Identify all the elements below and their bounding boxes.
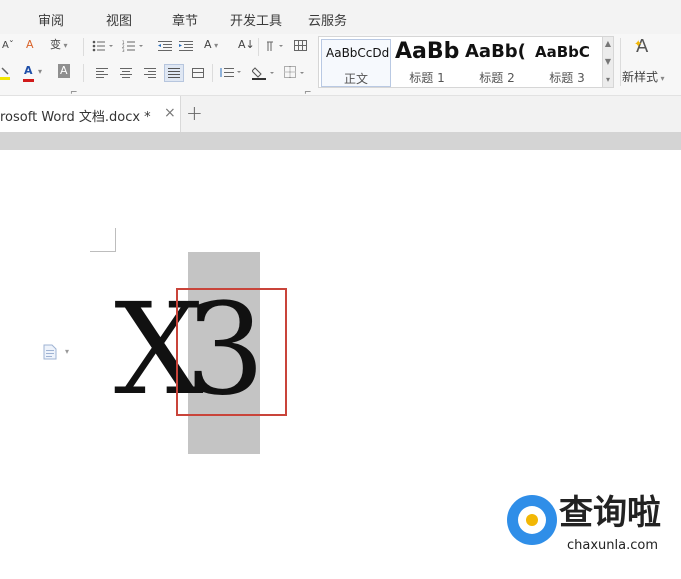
bullet-list-icon[interactable] xyxy=(92,40,116,52)
style-name-normal: 正文 xyxy=(343,72,368,86)
watermark-title: 查询啦 xyxy=(559,493,661,533)
paragraph-layout-caret[interactable]: ▾ xyxy=(65,347,69,356)
watermark-logo-dot xyxy=(526,514,538,526)
scroll-up-icon[interactable]: ▲ xyxy=(603,39,613,49)
close-tab-icon[interactable]: × xyxy=(164,105,176,121)
justify-button[interactable] xyxy=(164,64,184,82)
line-spacing-icon[interactable] xyxy=(220,68,244,78)
change-case-button[interactable]: A ▾ xyxy=(204,38,218,53)
font-color-swatch xyxy=(23,79,34,82)
align-justify-icon xyxy=(168,68,180,78)
table-grid-icon[interactable] xyxy=(294,40,308,52)
style-sample-heading-1: AaBb xyxy=(395,39,460,64)
page-margin-corner xyxy=(90,228,116,252)
new-style-label: 新样式 ▾ xyxy=(622,70,665,84)
increase-indent-icon[interactable] xyxy=(179,40,193,52)
new-tab-button[interactable]: + xyxy=(186,101,203,125)
paragraph-layout-icon[interactable] xyxy=(43,344,57,360)
align-right-icon[interactable] xyxy=(144,68,156,78)
highlight-pen-icon[interactable] xyxy=(0,66,10,80)
style-name-heading-2: 标题 2 xyxy=(479,71,515,85)
numbered-list-icon[interactable]: 1 2 3 xyxy=(122,40,146,52)
align-center-icon[interactable] xyxy=(120,68,132,78)
shrink-font-button[interactable]: Aˇ xyxy=(2,39,14,53)
menu-tab-review[interactable]: 审阅 xyxy=(38,10,64,29)
style-name-heading-3: 标题 3 xyxy=(549,71,585,85)
document-tab[interactable]: rosoft Word 文档.docx * × xyxy=(0,96,181,132)
menu-bar: 审阅 视图 章节 开发工具 云服务 xyxy=(0,0,681,34)
scroll-down-icon[interactable]: ▼ xyxy=(603,57,613,67)
style-name-heading-1: 标题 1 xyxy=(409,71,445,85)
gallery-expand-icon[interactable]: ▾ xyxy=(603,75,613,85)
phonetic-guide-button[interactable]: 变 ▾ xyxy=(50,38,68,53)
sparkle-icon: ✦ xyxy=(634,39,643,50)
paragraph-shading-icon[interactable] xyxy=(252,66,278,80)
borders-icon[interactable] xyxy=(284,66,308,80)
annotation-box xyxy=(176,288,287,416)
menu-tab-developer-tools[interactable]: 开发工具 xyxy=(230,10,282,29)
menu-tab-view[interactable]: 视图 xyxy=(106,10,132,29)
document-tab-bar: rosoft Word 文档.docx * × + xyxy=(0,96,681,132)
styles-gallery: AaBbCcDd 正文 AaBb 标题 1 AaBb( 标题 2 AaBbC 标… xyxy=(318,36,606,88)
style-normal[interactable]: AaBbCcDd 正文 xyxy=(321,39,391,87)
styles-gallery-scroll[interactable]: ▲ ▼ ▾ xyxy=(602,36,614,88)
svg-text:3: 3 xyxy=(122,48,125,52)
style-sample-heading-2: AaBb( xyxy=(465,41,526,62)
new-style-button[interactable]: A ✦ 新样式 ▾ xyxy=(622,36,674,90)
style-sample-heading-3: AaBbC xyxy=(535,43,590,61)
menu-tab-cloud-service[interactable]: 云服务 xyxy=(308,10,347,29)
style-heading-2[interactable]: AaBb( 标题 2 xyxy=(463,39,531,87)
font-color-button[interactable]: A xyxy=(24,64,33,78)
distributed-align-icon[interactable] xyxy=(192,68,204,78)
char-shading-button[interactable]: A xyxy=(58,64,70,78)
font-color-dropdown[interactable]: ▾ xyxy=(38,65,42,79)
decrease-indent-icon[interactable] xyxy=(158,40,172,52)
style-sample-normal: AaBbCcDd xyxy=(326,46,390,60)
clear-format-button[interactable]: A xyxy=(26,38,34,52)
document-tab-title: rosoft Word 文档.docx * xyxy=(0,110,151,125)
menu-tab-chapter[interactable]: 章节 xyxy=(172,10,198,29)
style-heading-3[interactable]: AaBbC 标题 3 xyxy=(533,39,601,87)
align-left-icon[interactable] xyxy=(96,68,108,78)
watermark-url: chaxunla.com xyxy=(567,538,658,553)
sort-button[interactable]: A↓ xyxy=(238,38,255,52)
style-heading-1[interactable]: AaBb 标题 1 xyxy=(393,39,461,87)
paragraph-mark-icon[interactable] xyxy=(266,40,286,52)
ruler-strip xyxy=(0,132,681,150)
